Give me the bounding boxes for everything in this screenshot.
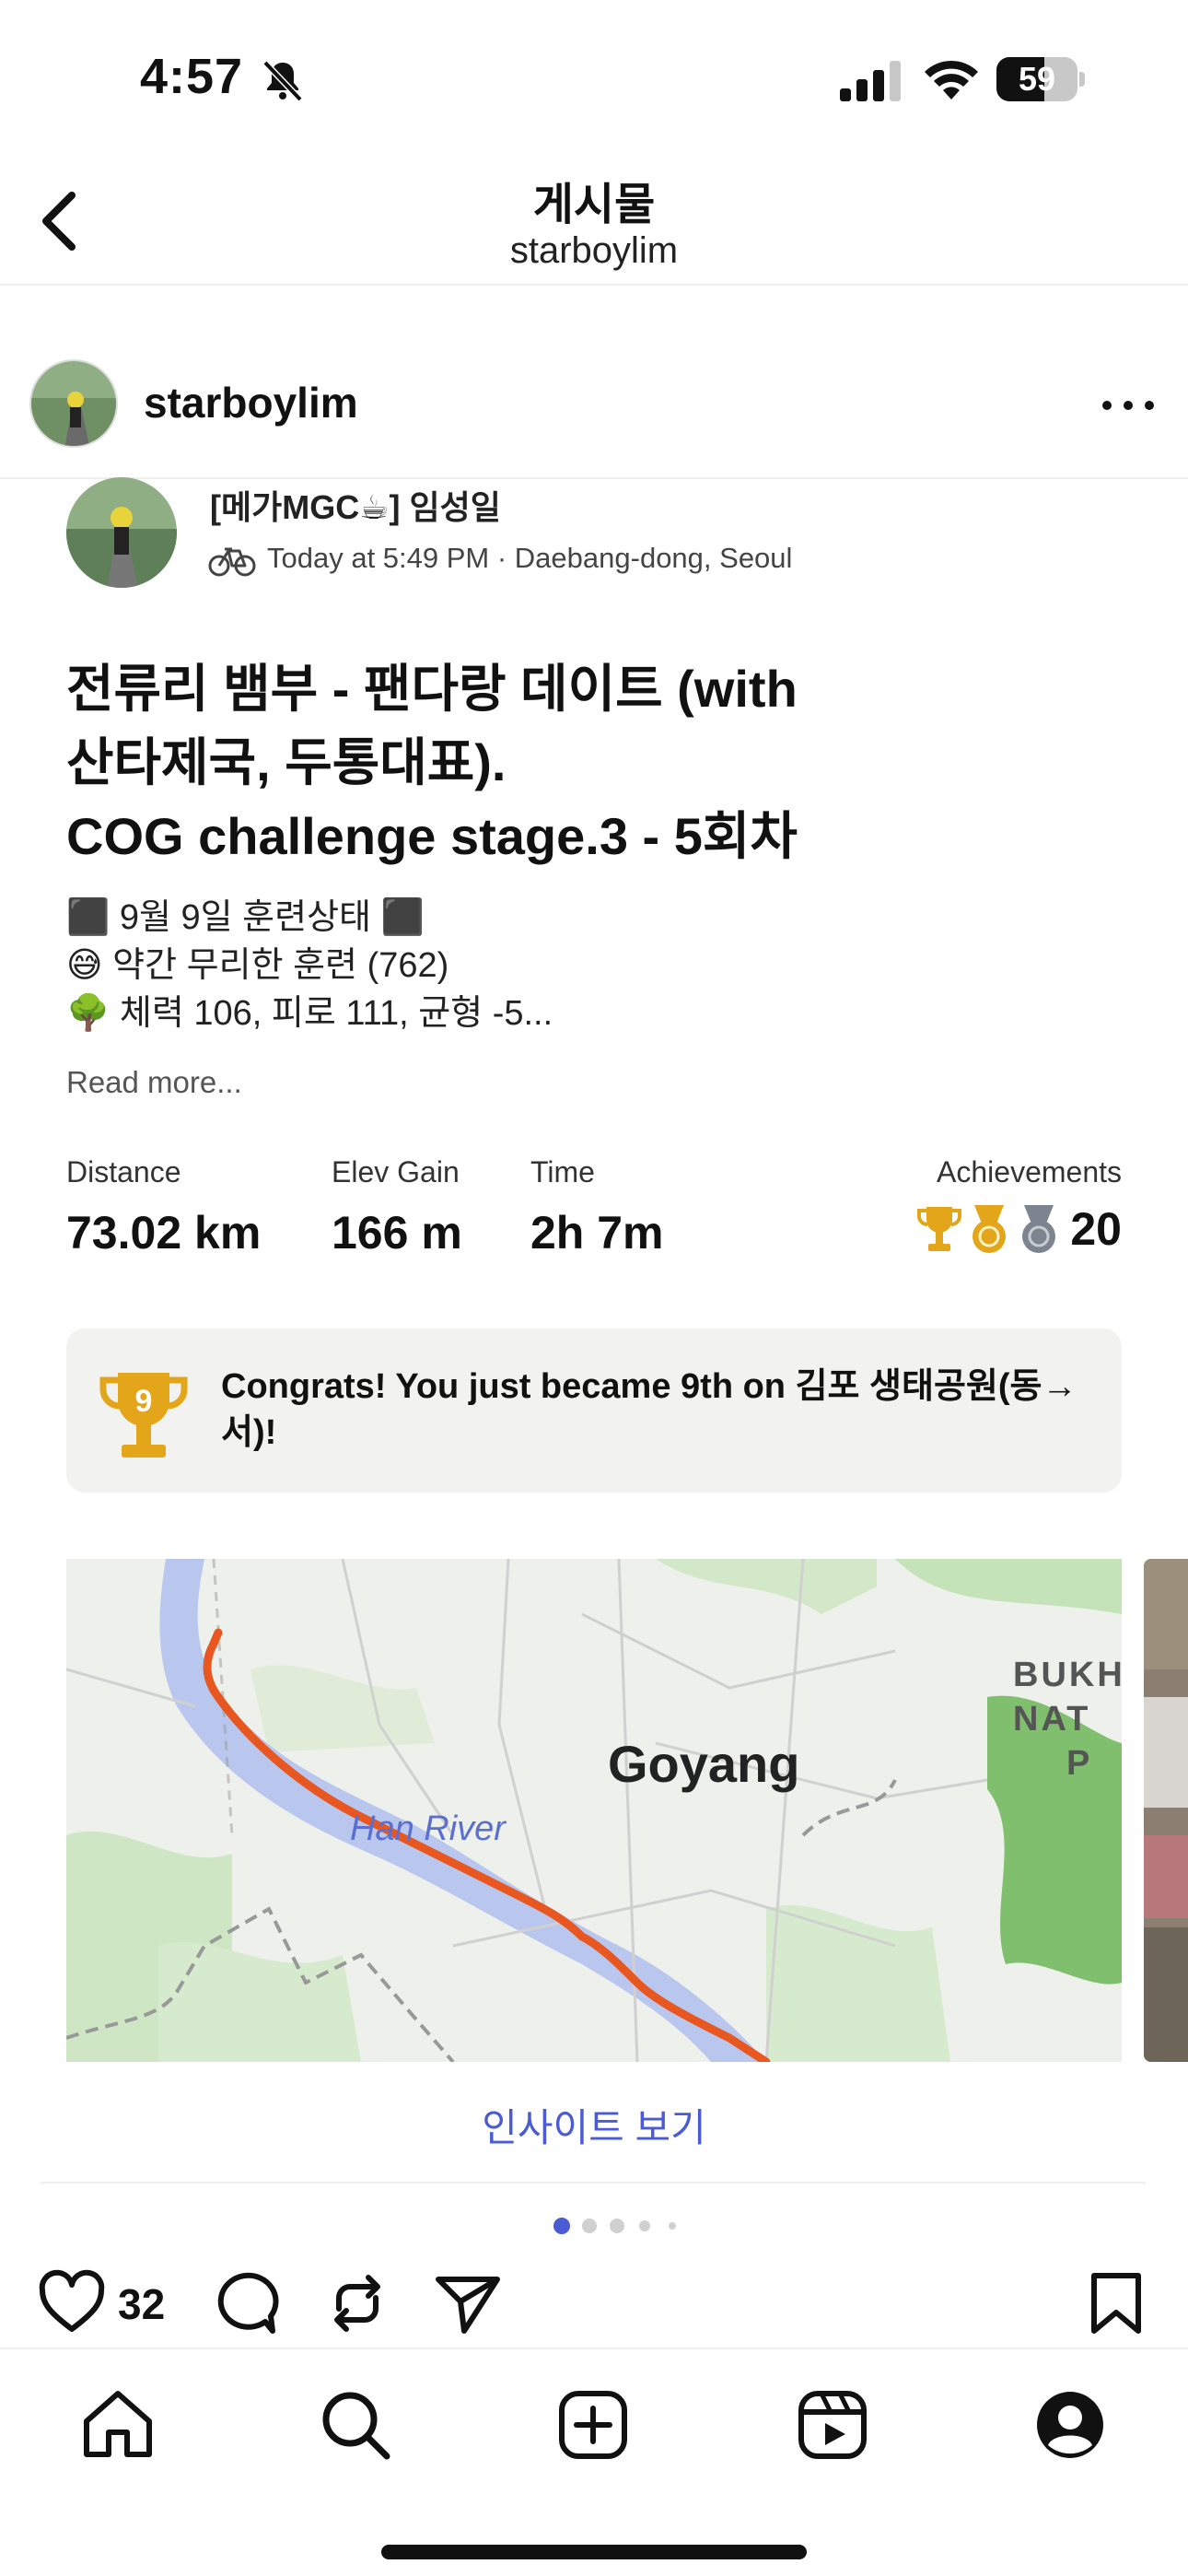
home-indicator bbox=[381, 2545, 807, 2559]
trophy-rank: 9 bbox=[135, 1384, 153, 1419]
description-line: 🌳 체력 106, 피로 111, 균형 -5... bbox=[66, 994, 553, 1033]
segment-congrats-banner: 9 Congrats! You just became 9th on 김포 생태… bbox=[66, 1329, 1122, 1493]
read-more-link[interactable]: Read more... bbox=[66, 1065, 242, 1100]
page-subtitle[interactable]: starboylim bbox=[0, 230, 1188, 272]
athlete-name: [메가MGC☕] 임성일 bbox=[210, 488, 501, 526]
like-heart-icon[interactable] bbox=[37, 2268, 107, 2338]
route-map[interactable]: Han River Goyang BUKH NAT P bbox=[66, 1559, 1122, 2062]
reels-icon[interactable] bbox=[794, 2386, 871, 2464]
activity-title-line: COG challenge stage.3 - 5회차 bbox=[66, 807, 798, 865]
athlete-avatar bbox=[66, 477, 177, 588]
map-label-park: BUKH NAT P bbox=[1013, 1656, 1122, 1783]
carousel-dot bbox=[639, 2220, 650, 2231]
carousel-dot bbox=[669, 2222, 676, 2230]
carousel-dot bbox=[553, 2218, 570, 2234]
stat-elevation: Elev Gain 166 m bbox=[332, 1155, 462, 1259]
stat-value: 166 m bbox=[332, 1207, 462, 1259]
repost-icon[interactable] bbox=[322, 2268, 392, 2338]
divider bbox=[41, 2182, 1146, 2184]
map-label-river: Han River bbox=[350, 1809, 506, 1848]
bottom-tab-bar bbox=[0, 2348, 1188, 2576]
kom-medal-icon bbox=[1022, 1205, 1056, 1253]
stat-value: 73.02 km bbox=[66, 1207, 262, 1259]
next-carousel-photo[interactable] bbox=[1144, 1559, 1188, 2062]
stat-label: Time bbox=[530, 1155, 595, 1188]
avatar[interactable] bbox=[29, 359, 118, 448]
battery-percent: 59 bbox=[1018, 60, 1056, 98]
home-icon[interactable] bbox=[79, 2386, 157, 2464]
cellular-signal-icon bbox=[840, 61, 901, 101]
stat-time: Time 2h 7m bbox=[530, 1155, 664, 1259]
bike-icon bbox=[208, 547, 256, 577]
like-count[interactable]: 32 bbox=[118, 2279, 165, 2329]
activity-title: 전류리 뱀부 - 팬다랑 데이트 (with 산타제국, 두통대표). COG … bbox=[66, 652, 1079, 873]
bookmark-icon[interactable] bbox=[1081, 2268, 1151, 2338]
stat-value: 2h 7m bbox=[530, 1207, 664, 1259]
share-send-icon[interactable] bbox=[433, 2268, 503, 2338]
stat-distance: Distance 73.02 km bbox=[66, 1155, 261, 1259]
activity-description: ⬛ 9월 9일 훈련상태 ⬛ 😅 약간 무리한 훈련 (762) 🌳 체력 10… bbox=[66, 894, 1079, 1037]
view-insights-link[interactable]: 인사이트 보기 bbox=[0, 2097, 1188, 2153]
map-label-city: Goyang bbox=[608, 1735, 800, 1793]
more-options-icon[interactable] bbox=[1096, 387, 1160, 424]
stat-label: Elev Gain bbox=[332, 1155, 460, 1188]
bell-slash-icon bbox=[262, 60, 303, 102]
search-icon[interactable] bbox=[317, 2386, 394, 2464]
activity-title-line: 전류리 뱀부 - 팬다랑 데이트 (with bbox=[66, 660, 798, 718]
trophy-icon bbox=[917, 1207, 962, 1251]
description-line: ⬛ 9월 9일 훈련상태 ⬛ bbox=[66, 898, 425, 937]
battery-icon: 59 bbox=[996, 57, 1085, 101]
activity-meta: Today at 5:49 PM · Daebang-dong, Seoul bbox=[267, 542, 793, 574]
divider bbox=[0, 477, 1188, 479]
create-post-icon[interactable] bbox=[554, 2386, 632, 2464]
post-header: starboylim bbox=[0, 350, 1188, 461]
carousel-dot bbox=[582, 2219, 597, 2233]
stat-label: Distance bbox=[66, 1155, 181, 1188]
stat-achievements: Achievements 20 bbox=[912, 1155, 1122, 1256]
wifi-icon bbox=[925, 60, 978, 100]
page-title: 게시물 bbox=[532, 181, 656, 229]
status-time: 4:57 bbox=[140, 49, 244, 104]
stat-label: Achievements bbox=[937, 1155, 1122, 1188]
congrats-text: Congrats! You just became 9th on 김포 생태공원… bbox=[221, 1367, 1077, 1452]
status-bar: 4:57 59 bbox=[0, 0, 1188, 157]
post-actions: 32 bbox=[0, 2257, 1188, 2349]
post-username[interactable]: starboylim bbox=[144, 378, 358, 427]
gold-medal-icon bbox=[973, 1205, 1007, 1253]
description-line: 😅 약간 무리한 훈련 (762) bbox=[66, 946, 449, 985]
carousel-dot bbox=[610, 2219, 624, 2233]
activity-title-line: 산타제국, 두통대표). bbox=[66, 733, 507, 791]
trophy-icon: 9 bbox=[99, 1373, 188, 1458]
carousel-indicator bbox=[553, 2218, 676, 2234]
profile-icon[interactable] bbox=[1031, 2386, 1109, 2464]
comment-icon[interactable] bbox=[210, 2268, 280, 2338]
achievements-count: 20 bbox=[1070, 1203, 1122, 1255]
nav-header: 게시물 starboylim bbox=[0, 157, 1188, 286]
